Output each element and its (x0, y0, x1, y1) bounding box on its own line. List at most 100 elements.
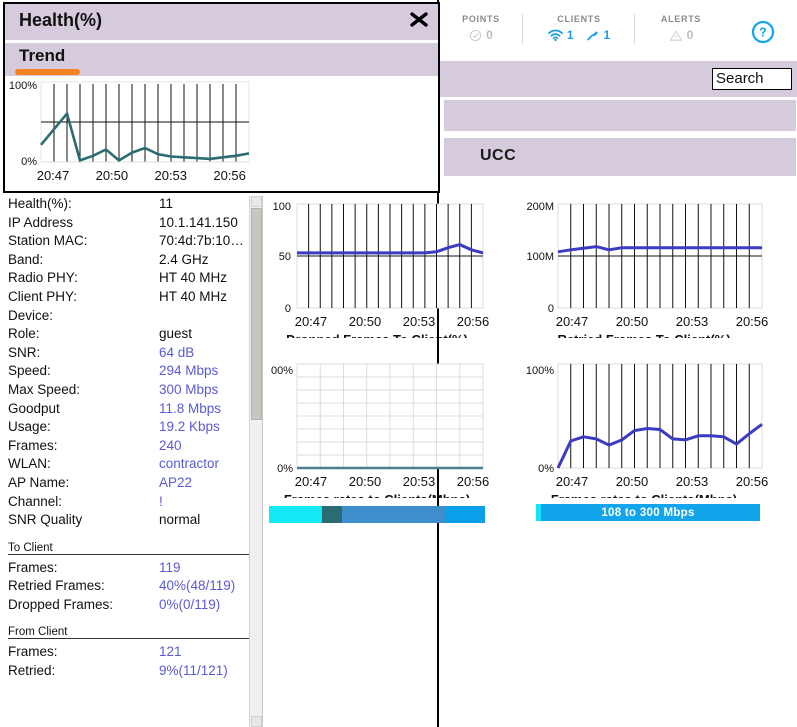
detail-row: Band: 2.4 GHz (0, 252, 262, 271)
scroll-up-arrow[interactable] (251, 196, 262, 207)
detail-row-key: Health(%): (8, 196, 72, 211)
frames-rates-to-clients-left-legend-segment (321, 506, 343, 523)
help-circle-icon[interactable]: ? (751, 20, 775, 49)
dropped-frames-to-client-y-tick: 0 (285, 303, 291, 315)
points-values: 0 (469, 28, 493, 42)
from-client-title: From Client (8, 626, 70, 639)
trend-x-tick: 20:50 (96, 168, 129, 183)
detail-row-key: Max Speed: (8, 381, 81, 397)
clients-values: 1 1 (544, 28, 614, 42)
chart-frames-rates-to-clients-left: 0% 00% 20:47 20:50 20:53 20:56 Frames rates to… (263, 358, 491, 533)
check-circle-icon (469, 29, 482, 42)
from-client-rows: Frames: 121 Retried: 9%(11/121) (0, 644, 262, 681)
clients-wired-pair: 1 (586, 28, 611, 42)
points-label: POINTS (462, 14, 500, 24)
detail-row-key: Goodput (8, 400, 60, 416)
scrollbar-thumb[interactable] (251, 208, 262, 420)
detail-row-key: Band: (8, 251, 44, 267)
points-count: 0 (486, 28, 493, 42)
frames-rates-to-clients-left-caption: Frames rates to Clients(Mbps) (284, 492, 470, 498)
frames-rates-to-clients-right-legend: 108 to 300 Mbps (536, 504, 760, 521)
detail-row: Role: guest (0, 326, 262, 345)
wifi-icon (547, 29, 563, 42)
chart-frames-rates-to-clients-right: 0% 100% 20:47 20:50 20:53 20:56 Frames rates t… (518, 358, 770, 533)
from-client-row-value: 9%(11/121) (159, 663, 228, 679)
to-client-rows: Frames: 119 Retried Frames: 40%(48/119) Drop… (0, 560, 262, 616)
to-client-row-value: 119 (159, 559, 181, 575)
detail-row-key: AP Name: (8, 474, 70, 490)
to-client-row-key: Frames: (8, 559, 58, 575)
to-client-row-value: 0%(0/119) (159, 596, 221, 612)
trend-accent-underline (15, 69, 80, 75)
from-client-rule (8, 638, 252, 640)
detail-row-key: Usage: (8, 419, 51, 435)
details-scrollbar[interactable] (249, 196, 262, 727)
frames-rates-to-clients-left-legend-segment (445, 506, 485, 523)
detail-row-key: SNR Quality (8, 512, 83, 528)
status-group-points[interactable]: POINTS 0 (439, 0, 523, 44)
detail-row-value: 70:4d:7b:10… (159, 233, 244, 249)
detail-row-key: Client PHY: (8, 288, 78, 304)
detail-row: Device: (0, 308, 262, 327)
clients-wireless-count: 1 (566, 28, 574, 42)
detail-row: Goodput 11.8 Mbps (0, 401, 262, 420)
detail-row-value: AP22 (159, 474, 193, 490)
detail-row-value: HT 40 MHz (159, 288, 228, 304)
ucc-panel-header[interactable]: UCC (444, 138, 796, 176)
frames-rates-to-clients-right-x-tick: 20:56 (736, 474, 769, 489)
screen-root: POINTS 0 CLIENTS 1 1 ALERTS 0 ? Search U… (0, 0, 797, 727)
svg-text:?: ? (759, 26, 767, 40)
frames-rates-to-clients-left-legend (269, 506, 485, 523)
to-client-rule (8, 553, 252, 555)
detail-row-value: ! (159, 493, 163, 509)
detail-row-key: SNR: (8, 344, 41, 360)
clients-wireless-pair: 1 (547, 28, 574, 42)
status-header: POINTS 0 CLIENTS 1 1 ALERTS 0 ? (439, 0, 797, 60)
frames-rates-to-clients-right-x-tick: 20:47 (556, 474, 589, 489)
search-toolbar: Search (439, 61, 797, 97)
detail-rows: Health(%): 11 IP Address 10.1.141.150 Statio… (0, 196, 262, 531)
retried-frames-to-client-y-tick: 200M (526, 201, 554, 213)
detail-row-value: 2.4 GHz (159, 251, 209, 267)
detail-row-value: 64 dB (159, 344, 195, 360)
retried-frames-to-client-caption: Retried Frames To Client(%) (557, 332, 730, 338)
detail-row: Radio PHY: HT 40 MHz (0, 270, 262, 289)
dropped-frames-to-client-y-tick: 100 (273, 201, 291, 213)
alerts-count: 0 (686, 28, 694, 42)
from-client-row-key: Frames: (8, 644, 58, 660)
frames-rates-to-clients-left-legend-segment (269, 506, 322, 523)
detail-row: Health(%): 11 (0, 196, 262, 215)
frames-rates-to-clients-left-x-tick: 20:53 (403, 474, 436, 489)
frames-rates-to-clients-left-y-tick: 0% (277, 463, 293, 475)
detail-row: SNR Quality normal (0, 512, 262, 531)
detail-row-key: Channel: (8, 493, 63, 509)
detail-row: Station MAC: 70:4d:7b:10… (0, 233, 262, 252)
from-client-row: Retried: 9%(11/121) (0, 663, 262, 682)
scroll-down-arrow[interactable] (251, 716, 262, 727)
close-icon[interactable] (408, 9, 430, 36)
trend-chart: 100% 0% 20:47 20:50 20:53 20:56 (9, 76, 259, 189)
detail-row-value: 294 Mbps (159, 363, 219, 379)
secondary-toolbar (444, 100, 796, 131)
from-client-row-value: 121 (159, 644, 182, 660)
frames-rates-to-clients-left-x-tick: 20:47 (295, 474, 328, 489)
detail-row-value: 10.1.141.150 (159, 214, 238, 230)
retried-frames-to-client-x-tick: 20:53 (676, 314, 709, 329)
page-title: Health(%) (19, 10, 103, 30)
clients-wired-count: 1 (603, 28, 611, 42)
chart-retried-frames-to-client: 0 100M 200M 20:47 20:50 20:53 20:56 Retried Fra… (518, 198, 770, 353)
status-group-alerts[interactable]: ALERTS 0 (635, 0, 727, 42)
frames-rates-to-clients-left-x-tick: 20:50 (349, 474, 382, 489)
status-group-clients[interactable]: CLIENTS 1 1 (523, 0, 635, 44)
retried-frames-to-client-x-tick: 20:50 (616, 314, 649, 329)
dropped-frames-to-client-y-tick: 50 (279, 251, 291, 263)
to-client-row: Retried Frames: 40%(48/119) (0, 578, 262, 597)
trend-y-min: 0% (21, 156, 37, 168)
search-input[interactable]: Search (712, 68, 792, 90)
frames-rates-to-clients-right-y-tick: 100% (526, 365, 554, 377)
dropped-frames-to-client-caption: Dropped Frames To Client(%) (286, 332, 468, 338)
detail-row-value: 19.2 Kbps (159, 419, 220, 435)
detail-row: Channel:! (0, 494, 262, 513)
frames-rates-to-clients-right-x-tick: 20:53 (676, 474, 709, 489)
retried-frames-to-client-x-tick: 20:56 (736, 314, 769, 329)
